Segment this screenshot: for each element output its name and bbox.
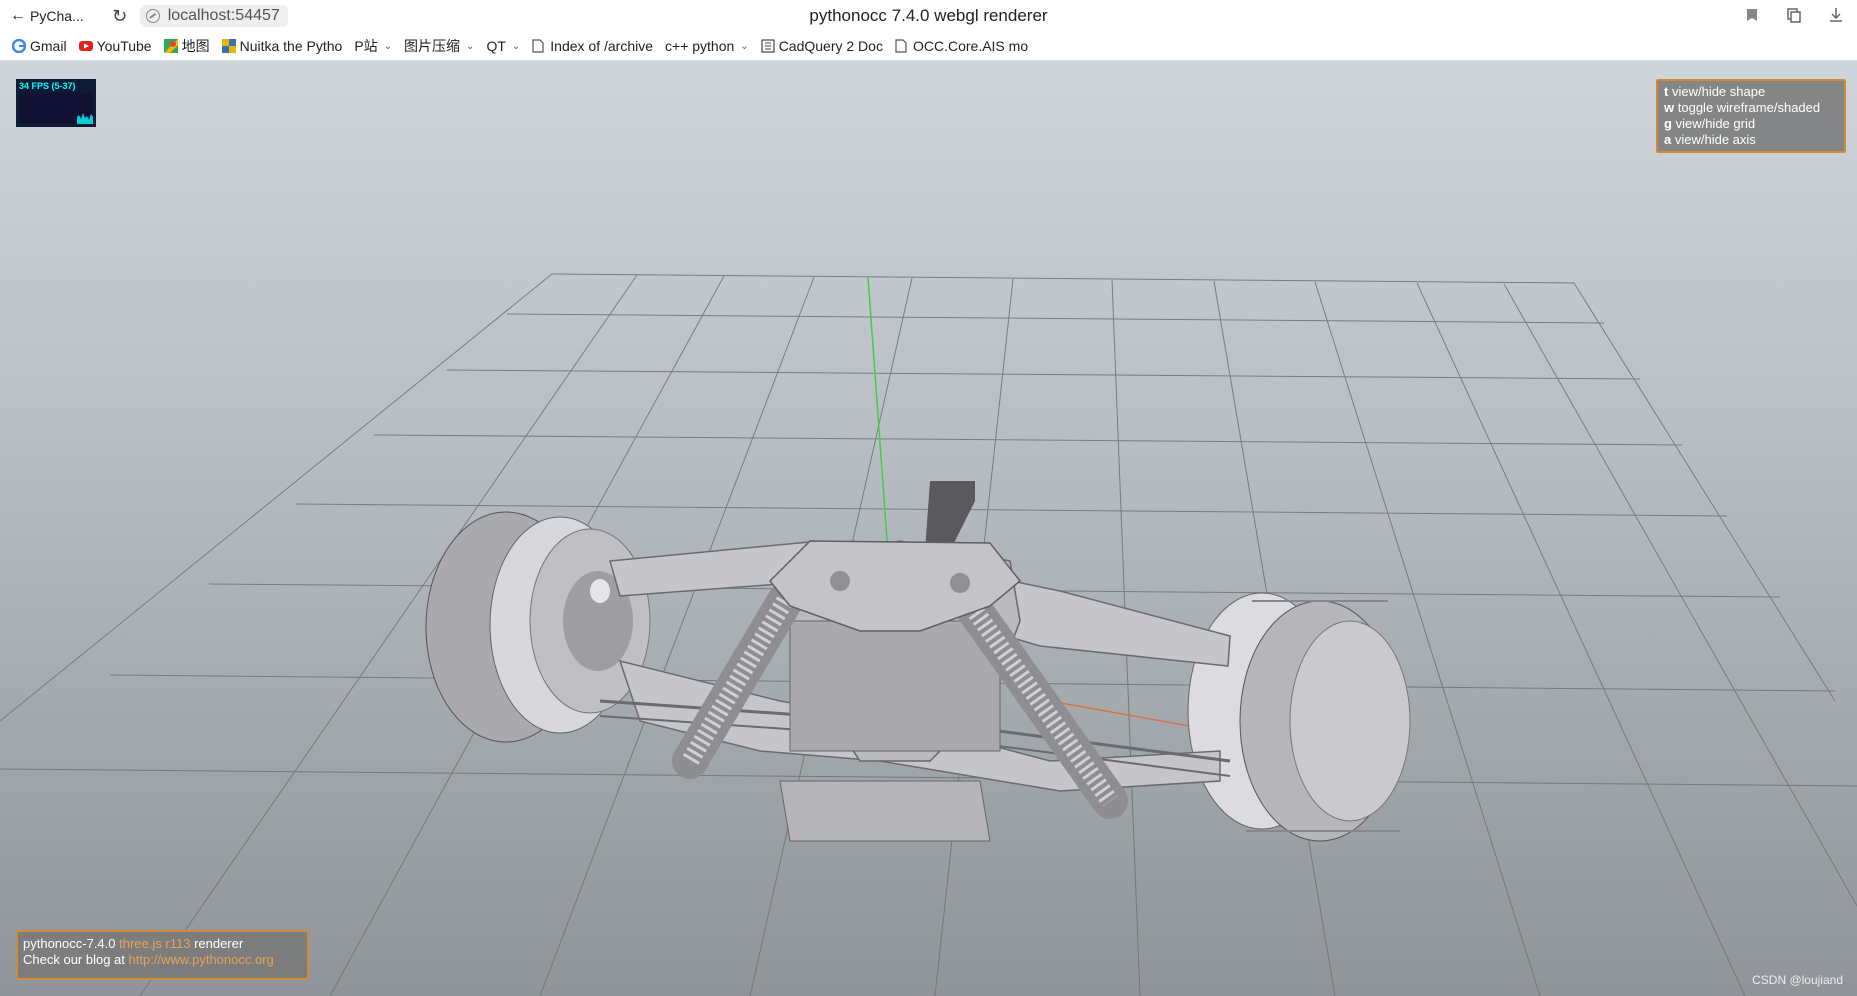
- bookmark-label: 地图: [181, 38, 210, 54]
- help-row: t view/hide shape: [1664, 84, 1838, 100]
- blog-line: Check our blog at http://www.pythonocc.o…: [23, 952, 302, 968]
- title-bar: ← PyCha... ↻ localhost:54457 pythonocc 7…: [0, 0, 1857, 32]
- help-key: t: [1664, 84, 1669, 99]
- bookmark-item[interactable]: CadQuery 2 Doc: [761, 38, 883, 54]
- youtube-icon: [78, 39, 93, 53]
- doc-icon: [761, 39, 775, 53]
- chevron-down-icon: ⌄: [383, 40, 393, 52]
- download-icon[interactable]: [1827, 6, 1845, 24]
- pythonocc-version: pythonocc-7.4.0: [23, 936, 116, 951]
- fps-graph: [19, 93, 93, 124]
- google-icon: [11, 38, 27, 54]
- help-key: g: [1664, 116, 1672, 131]
- bookmark-item[interactable]: P站 ⌄: [354, 36, 392, 56]
- bookmark-item[interactable]: 地图: [163, 36, 210, 56]
- suspension-model[interactable]: [425, 481, 1411, 842]
- help-key: w: [1664, 100, 1675, 115]
- fps-stats-panel[interactable]: 34 FPS (5-37): [16, 79, 96, 127]
- right-wheel: [1187, 592, 1411, 842]
- bookmark-label: Nuitka the Pytho: [239, 38, 343, 54]
- help-text: toggle wireframe/shaded: [1677, 100, 1821, 115]
- help-row: a view/hide axis: [1664, 132, 1838, 148]
- chassis-center: [779, 481, 1021, 842]
- bookmark-item[interactable]: c++ python ⌄: [665, 38, 749, 54]
- left-wheel: [425, 511, 651, 743]
- reload-icon[interactable]: ↻: [110, 6, 130, 27]
- bookmark-label: OCC.Core.AIS mo: [912, 38, 1029, 54]
- keyboard-help-panel: t view/hide shape w toggle wireframe/shad…: [1656, 79, 1846, 153]
- bookmark-label: CadQuery 2 Doc: [778, 38, 883, 54]
- back-arrow-icon: ←: [10, 7, 26, 24]
- bookmark-item[interactable]: Gmail: [11, 38, 67, 54]
- fps-label: 34 FPS (5-37): [19, 81, 76, 91]
- watermark: CSDN @loujiand: [1752, 973, 1843, 987]
- y-axis-line: [867, 276, 891, 582]
- bookmark-item[interactable]: Index of /archive: [532, 38, 653, 54]
- bookmark-item[interactable]: Nuitka the Pytho: [221, 38, 343, 54]
- blog-prefix: Check our blog at: [23, 952, 125, 967]
- bookmark-label: YouTube: [96, 38, 152, 54]
- bookmark-label: Gmail: [30, 38, 67, 54]
- bookmark-item[interactable]: 图片压缩 ⌄: [404, 36, 474, 56]
- url-text: localhost:54457: [167, 7, 280, 24]
- bookmark-label: 图片压缩: [404, 38, 461, 54]
- renderer-word: renderer: [194, 936, 244, 951]
- bookmark-label: c++ python: [665, 38, 735, 54]
- help-text: view/hide grid: [1675, 116, 1756, 131]
- help-row: w toggle wireframe/shaded: [1664, 100, 1838, 116]
- chevron-down-icon: ⌄: [740, 40, 749, 52]
- help-key: a: [1664, 132, 1672, 147]
- browser-window: ← PyCha... ↻ localhost:54457 pythonocc 7…: [0, 0, 1857, 996]
- bookmark-star-icon[interactable]: [1743, 6, 1761, 24]
- bookmarks-bar: Gmail YouTube 地图 Nuitka the Pytho P站 ⌄ 图片压缩 ⌄ QT…: [0, 32, 1857, 61]
- renderer-line: pythonocc-7.4.0 three.js r113 renderer: [23, 936, 302, 952]
- bookmark-item[interactable]: QT ⌄: [486, 38, 520, 54]
- collections-icon[interactable]: [1785, 6, 1803, 24]
- page-icon: [895, 39, 909, 53]
- chevron-down-icon: ⌄: [511, 40, 521, 52]
- 3d-scene: [0, 273, 1857, 996]
- address-bar[interactable]: localhost:54457: [139, 5, 288, 27]
- bookmark-item[interactable]: YouTube: [78, 38, 152, 54]
- chevron-down-icon: ⌄: [466, 40, 475, 52]
- help-row: g view/hide grid: [1664, 116, 1838, 132]
- webgl-viewport[interactable]: 34 FPS (5-37) t view/hide shape w toggle …: [0, 61, 1857, 996]
- back-button[interactable]: ← PyCha...: [10, 7, 84, 25]
- help-text: view/hide axis: [1674, 132, 1756, 147]
- help-text: view/hide shape: [1671, 84, 1766, 99]
- back-label: PyCha...: [30, 8, 84, 24]
- bookmark-label: P站: [354, 38, 378, 54]
- maps-icon: [163, 39, 178, 53]
- bookmark-label: QT: [486, 38, 506, 54]
- bookmark-label: Index of /archive: [550, 38, 654, 54]
- renderer-info-panel: pythonocc-7.4.0 three.js r113 renderer C…: [16, 930, 309, 980]
- blog-link[interactable]: http://www.pythonocc.org: [129, 952, 274, 967]
- threejs-link[interactable]: three.js r113: [119, 936, 190, 951]
- page-icon: [532, 39, 546, 53]
- site-info-icon[interactable]: [145, 9, 160, 23]
- bookmark-item[interactable]: OCC.Core.AIS mo: [895, 38, 1028, 54]
- nuitka-icon: [221, 39, 236, 53]
